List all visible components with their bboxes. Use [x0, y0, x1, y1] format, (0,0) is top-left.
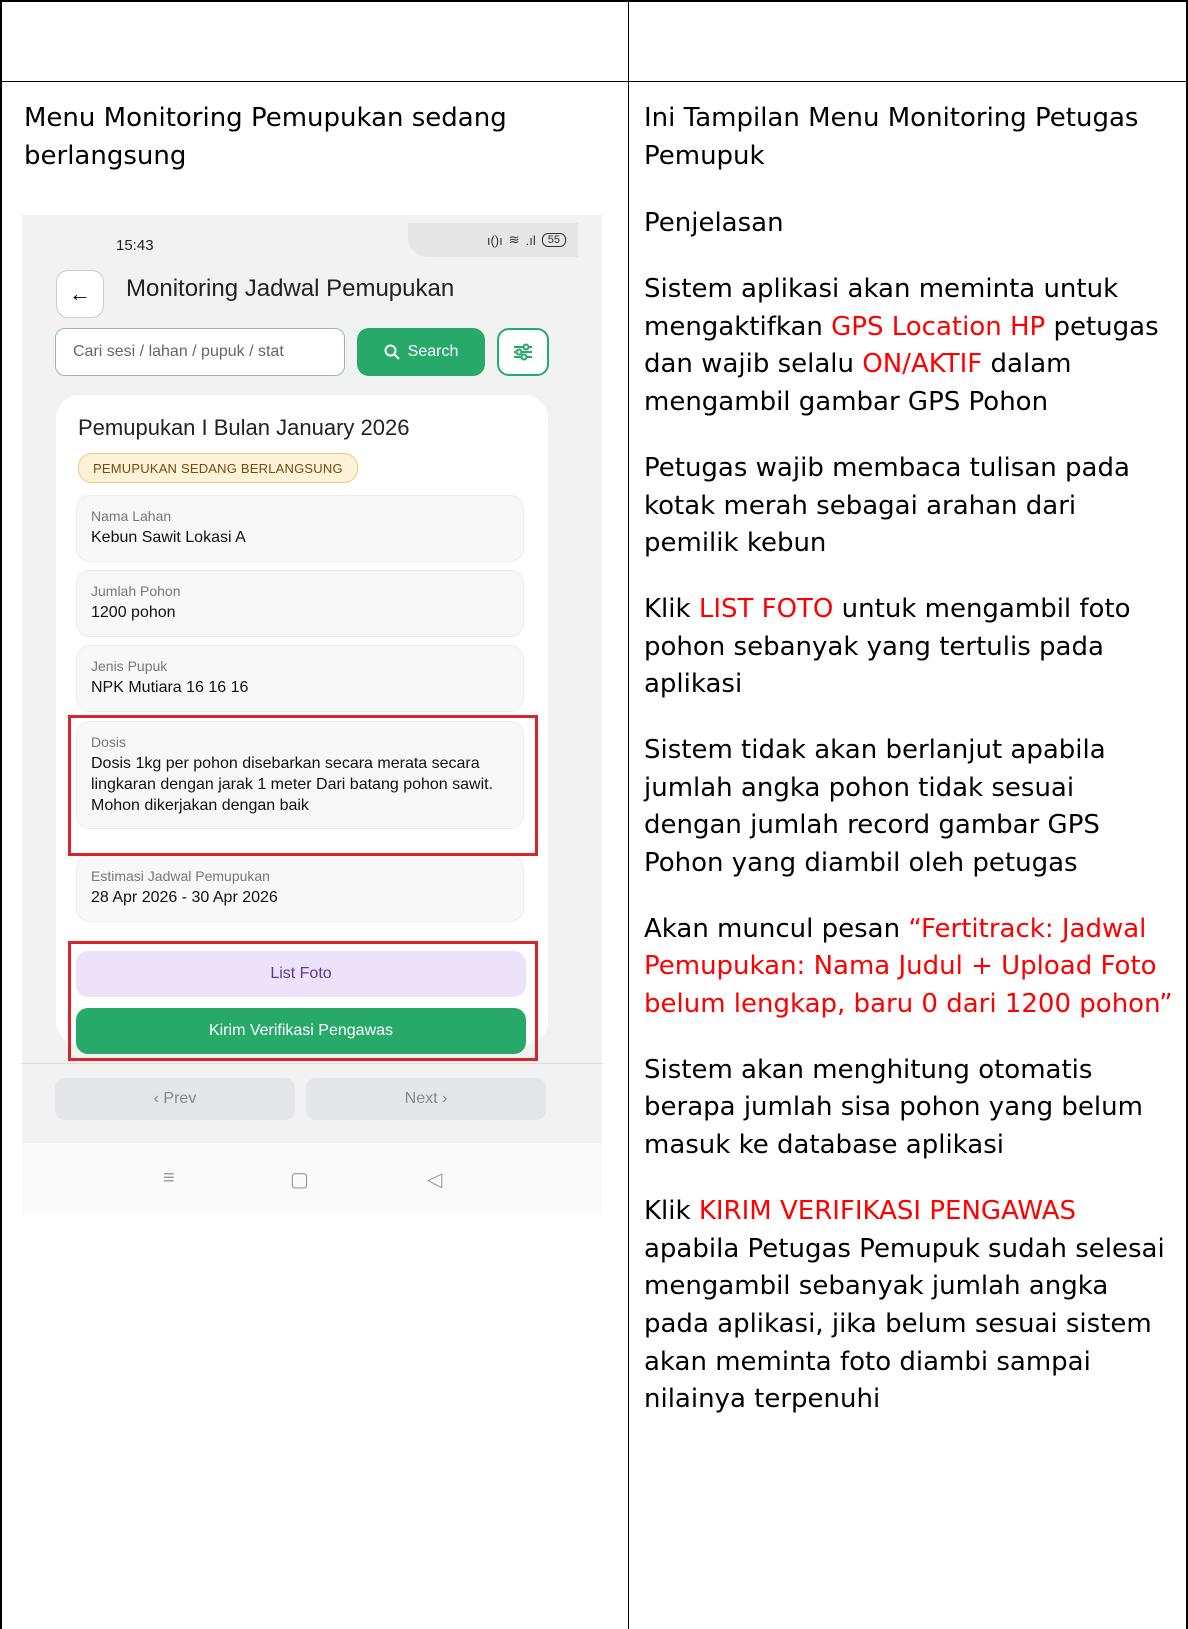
text: apabila Petugas Pemupuk sudah selesai me… — [644, 1233, 1165, 1415]
column-divider — [628, 0, 629, 1629]
search-button[interactable]: Search — [357, 328, 485, 376]
paragraph-pesan: Akan muncul pesan “Fertitrack: Jadwal Pe… — [644, 911, 1174, 1024]
highlight-text: KIRIM VERIFIKASI PENGAWAS — [698, 1195, 1077, 1226]
table-header-row — [0, 0, 1188, 82]
status-time: 15:43 — [116, 237, 154, 254]
text: Akan muncul pesan — [644, 913, 909, 944]
text: Klik — [644, 593, 699, 624]
paragraph-validasi: Sistem tidak akan berlanjut apabila juml… — [644, 734, 1106, 878]
explanation-column: Ini Tampilan Menu Monitoring Petugas Pem… — [644, 100, 1174, 1447]
field-label: Estimasi Jadwal Pemupukan — [91, 868, 270, 884]
field-label: Jumlah Pohon — [91, 583, 181, 599]
status-bar: 15:43 ı()ı ≋ .ıl 55 — [22, 215, 602, 265]
status-badge: PEMUPUKAN SEDANG BERLANGSUNG — [78, 453, 358, 483]
field-value: NPK Mutiara 16 16 16 — [91, 679, 249, 696]
arrow-left-icon: ← — [69, 281, 91, 306]
card-title: Pemupukan I Bulan January 2026 — [78, 415, 410, 440]
search-label: Search — [407, 343, 459, 360]
highlight-text: ON/AKTIF — [862, 349, 983, 380]
status-icons: ı()ı ≋ .ıl 55 — [408, 223, 578, 257]
filter-icon — [514, 343, 532, 361]
home-icon[interactable]: ▢ — [290, 1167, 309, 1192]
field-estimasi-jadwal: Estimasi Jadwal Pemupukan 28 Apr 2026 - … — [76, 855, 524, 922]
highlight-box-buttons — [68, 941, 538, 1061]
field-value: Kebun Sawit Lokasi A — [91, 529, 246, 546]
highlight-box-dosis — [68, 715, 538, 856]
system-nav-bar: ≡ ▢ ◁ — [22, 1143, 602, 1215]
field-value: 1200 pohon — [91, 604, 176, 621]
page-title: Monitoring Jadwal Pemupukan — [126, 275, 455, 302]
paragraph-hitung: Sistem akan menghitung otomatis berapa j… — [644, 1054, 1143, 1161]
vibrate-icon: ı()ı — [486, 232, 503, 248]
filter-button[interactable] — [497, 328, 549, 376]
battery-icon: 55 — [541, 233, 566, 247]
search-input[interactable]: Cari sesi / lahan / pupuk / stat — [55, 328, 345, 376]
field-nama-lahan: Nama Lahan Kebun Sawit Lokasi A — [76, 495, 524, 562]
paragraph-list-foto: Klik LIST FOTO untuk mengambil foto poho… — [644, 591, 1174, 704]
back-icon[interactable]: ◁ — [427, 1167, 442, 1192]
right-title: Ini Tampilan Menu Monitoring Petugas Pem… — [644, 103, 1139, 171]
wifi-icon: ≋ — [508, 232, 520, 247]
paragraph-kirim: Klik KIRIM VERIFIKASI PENGAWAS apabila P… — [644, 1193, 1174, 1419]
field-jenis-pupuk: Jenis Pupuk NPK Mutiara 16 16 16 — [76, 645, 524, 712]
field-label: Nama Lahan — [91, 508, 172, 524]
highlight-text: GPS Location HP — [831, 311, 1046, 342]
pagination-bar: ‹ Prev Next › — [22, 1063, 602, 1144]
back-button[interactable]: ← — [56, 270, 104, 318]
signal-icon: .ıl — [525, 232, 536, 248]
phone-screenshot: 15:43 ı()ı ≋ .ıl 55 ← Monitoring Jadwal … — [22, 215, 602, 1215]
text: Klik — [644, 1195, 699, 1226]
prev-button[interactable]: ‹ Prev — [55, 1078, 295, 1120]
field-value: 28 Apr 2026 - 30 Apr 2026 — [91, 889, 278, 906]
paragraph-kotak-merah: Petugas wajib membaca tulisan pada kotak… — [644, 452, 1130, 559]
highlight-text: LIST FOTO — [698, 593, 834, 624]
menu-icon[interactable]: ≡ — [163, 1167, 175, 1190]
next-button[interactable]: Next › — [306, 1078, 546, 1120]
field-jumlah-pohon: Jumlah Pohon 1200 pohon — [76, 570, 524, 637]
field-label: Jenis Pupuk — [91, 658, 168, 674]
left-title: Menu Monitoring Pemupukan sedang berlang… — [24, 103, 507, 171]
right-subtitle: Penjelasan — [644, 208, 784, 239]
search-icon — [384, 344, 400, 360]
paragraph-gps: Sistem aplikasi akan meminta untuk menga… — [644, 271, 1174, 422]
